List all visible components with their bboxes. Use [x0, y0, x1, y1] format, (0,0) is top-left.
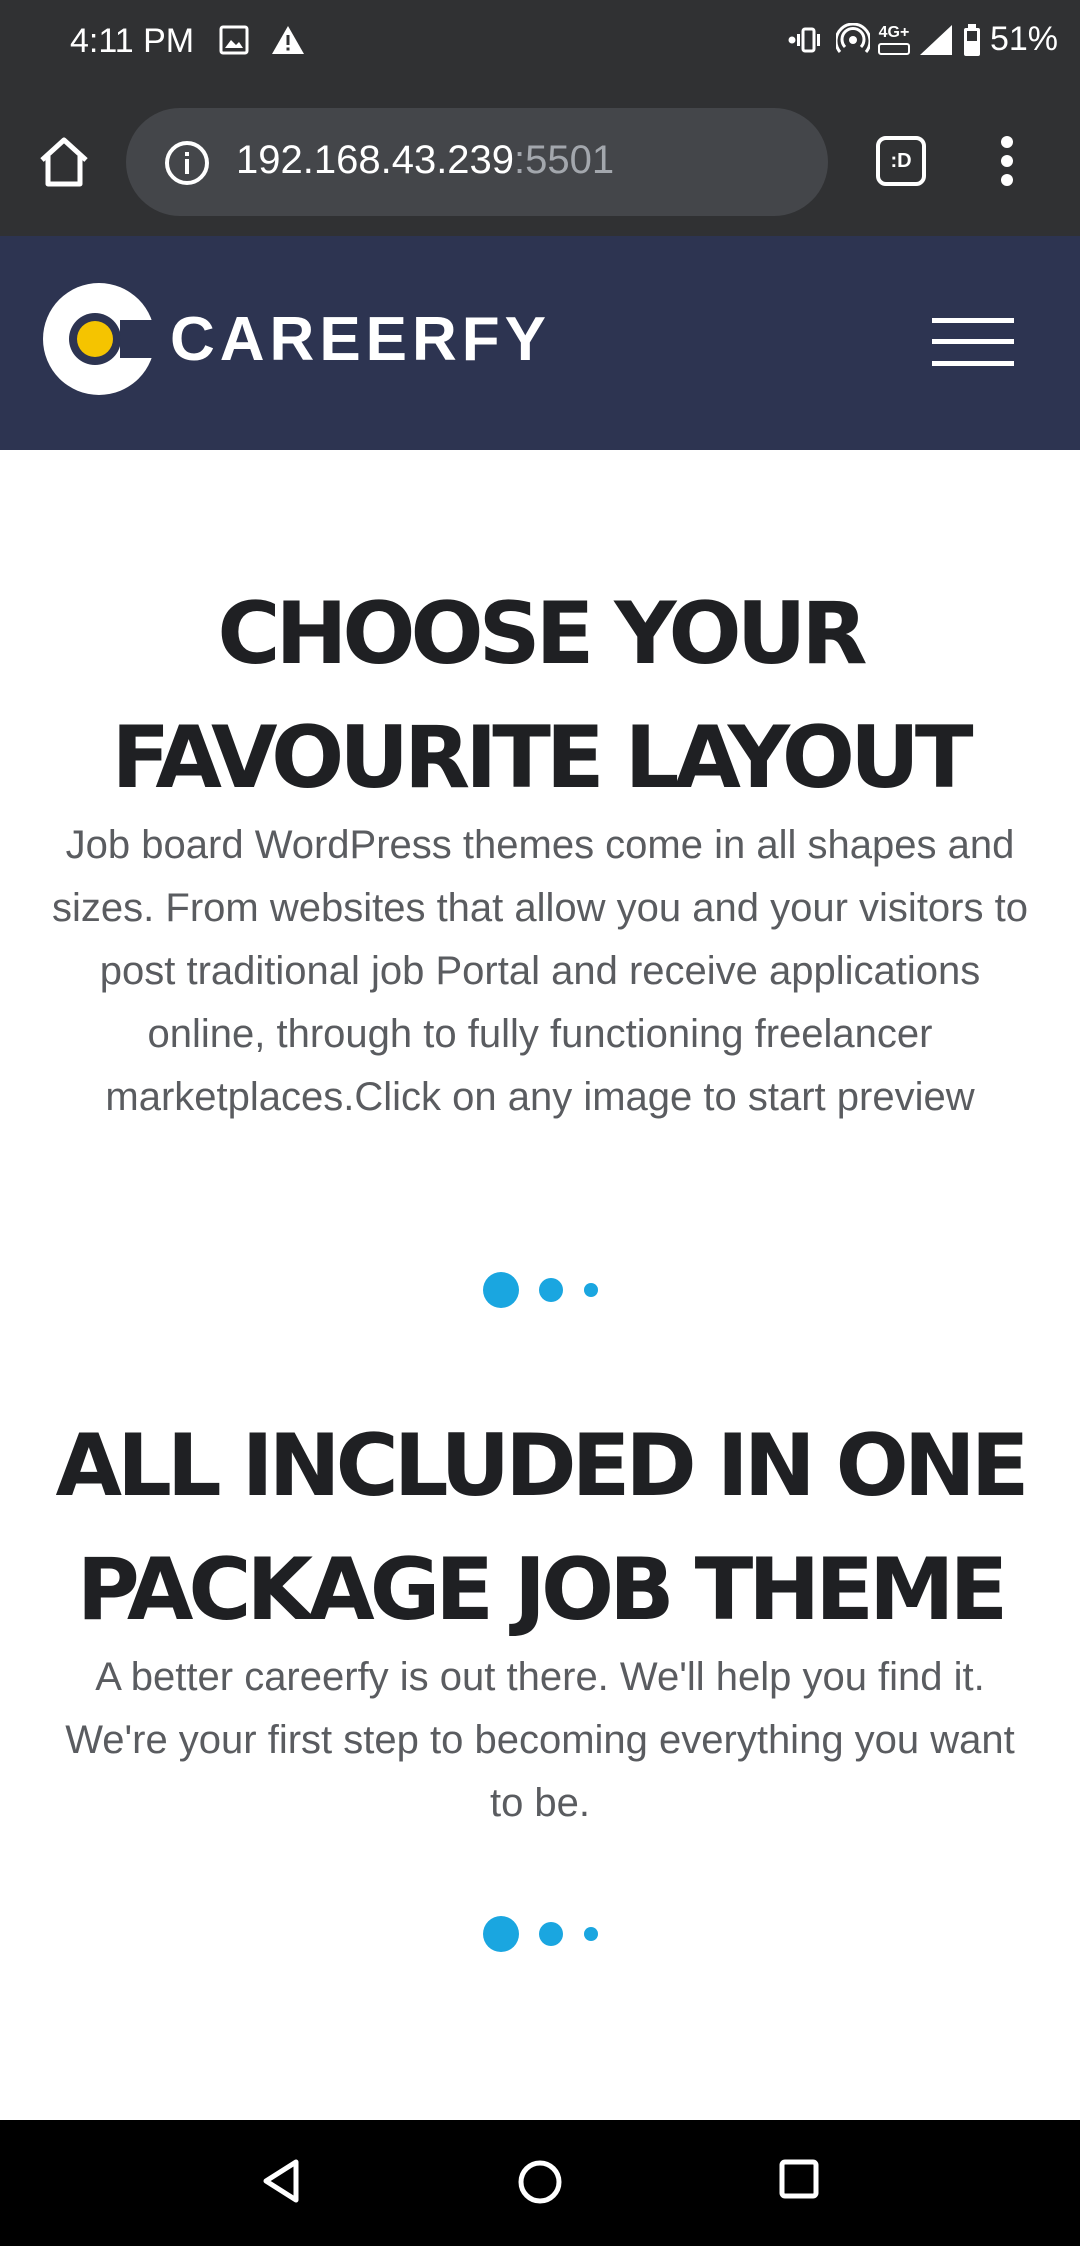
carousel-dot[interactable]: [539, 1922, 563, 1946]
carousel-dot[interactable]: [584, 1927, 598, 1941]
brand-name: CAREERFY: [170, 304, 552, 374]
vibrate-icon: [788, 27, 820, 52]
section-title-line: ALL INCLUDED IN ONE: [55, 1416, 1030, 1516]
network-type-icon: 4G+: [877, 23, 910, 55]
url-host: 192.168.43.239: [236, 138, 515, 182]
section-description: A better careerfy is out there. We'll he…: [65, 1655, 1015, 1825]
carousel-dots: [0, 1914, 1080, 1954]
info-icon[interactable]: [164, 140, 210, 186]
site-menu-button[interactable]: [932, 318, 1014, 366]
site-logo[interactable]: CAREERFY: [40, 280, 551, 398]
signal-icon: [919, 24, 952, 55]
home-icon[interactable]: [34, 132, 94, 192]
section-description: Job board WordPress themes come in all s…: [52, 823, 1028, 1119]
section-title: CHOOSE YOUR FAVOURITE LAYOUT: [0, 572, 1080, 820]
careerfy-logo-icon: [43, 283, 158, 395]
image-icon: [219, 25, 249, 55]
section-title-line: FAVOURITE LAYOUT: [111, 708, 973, 808]
status-time: 4:11 PM: [70, 22, 195, 60]
hotspot-icon: [835, 22, 870, 53]
browser-toolbar: 192.168.43.239:5501 :D: [0, 90, 1080, 236]
home-circle-icon[interactable]: [516, 2158, 564, 2206]
tab-switcher-label: :D: [890, 149, 912, 172]
site-header: CAREERFY: [0, 236, 1080, 450]
section-all-included: ALL INCLUDED IN ONE PACKAGE JOB THEME A …: [0, 1404, 1080, 1835]
back-icon[interactable]: [258, 2158, 304, 2204]
battery-icon: [963, 23, 980, 56]
carousel-dot[interactable]: [584, 1283, 598, 1297]
recent-apps-icon[interactable]: [778, 2158, 820, 2200]
section-title: ALL INCLUDED IN ONE PACKAGE JOB THEME: [0, 1404, 1080, 1652]
carousel-dot[interactable]: [539, 1278, 563, 1302]
warning-icon: [272, 26, 304, 54]
battery-percentage: 51%: [989, 20, 1058, 58]
tab-switcher-button[interactable]: :D: [876, 136, 926, 186]
network-type-label: 4G+: [878, 23, 910, 41]
section-choose-layout: CHOOSE YOUR FAVOURITE LAYOUT Job board W…: [0, 572, 1080, 1129]
section-title-line: CHOOSE YOUR: [217, 584, 867, 684]
url-text[interactable]: 192.168.43.239:5501: [236, 138, 614, 183]
system-navigation-bar: [0, 2120, 1080, 2246]
carousel-dots: [0, 1270, 1080, 1310]
address-bar[interactable]: 192.168.43.239:5501: [126, 108, 828, 216]
carousel-dot[interactable]: [483, 1916, 519, 1952]
url-port: :5501: [514, 138, 615, 182]
carousel-dot[interactable]: [483, 1272, 519, 1308]
status-bar: 4:11 PM 4G+ 51%: [0, 0, 1080, 90]
browser-menu-button[interactable]: [990, 136, 1024, 186]
status-system-icons: 4G+ 51%: [788, 20, 1058, 59]
status-notification-icons: [218, 24, 306, 56]
section-title-line: PACKAGE JOB THEME: [76, 1540, 1009, 1640]
